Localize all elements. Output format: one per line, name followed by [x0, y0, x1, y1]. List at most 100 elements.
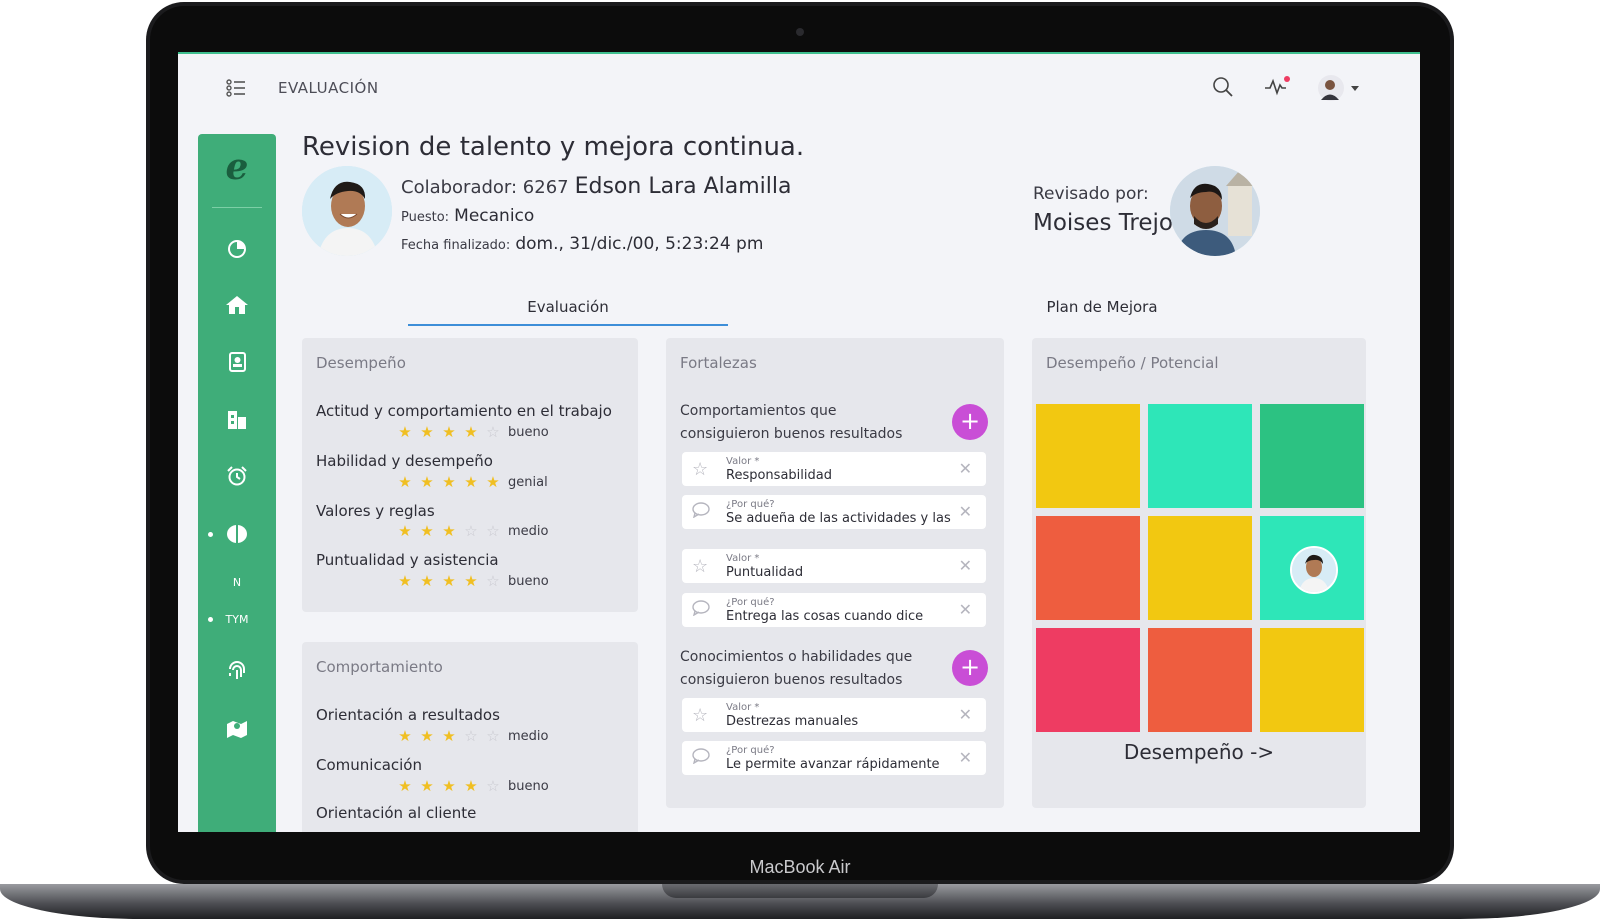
nine-box-cell[interactable] — [1260, 628, 1364, 732]
star-filled-icon[interactable]: ★ — [460, 474, 482, 490]
star-filled-icon[interactable]: ★ — [416, 424, 438, 440]
nine-box-cell[interactable] — [1260, 516, 1364, 620]
reviewer-photo — [1170, 166, 1260, 256]
add-behavior-button[interactable]: + — [952, 404, 988, 440]
home-icon[interactable] — [198, 291, 276, 319]
star-filled-icon[interactable]: ★ — [460, 424, 482, 440]
star-rating[interactable]: ★ ★ ★ ★ ☆ bueno — [394, 573, 548, 589]
close-icon[interactable]: ✕ — [959, 502, 972, 521]
star-filled-icon[interactable]: ★ — [394, 778, 416, 794]
star-filled-icon[interactable]: ★ — [438, 573, 460, 589]
criterion-name: Orientación a resultados — [316, 706, 500, 724]
star-filled-icon[interactable]: ★ — [460, 573, 482, 589]
search-icon[interactable] — [1212, 76, 1234, 102]
star-filled-icon[interactable]: ★ — [416, 474, 438, 490]
star-rating[interactable]: ★ ★ ★ ☆ ☆ medio — [394, 523, 548, 539]
star-rating[interactable]: ★ ★ ★ ★ ★ genial — [394, 474, 547, 490]
device-label: MacBook Air — [749, 857, 851, 877]
app-logo[interactable]: e — [198, 146, 276, 188]
section-skills-label: Conocimientos o habilidades que consigui… — [680, 649, 913, 688]
sidebar-label-tym[interactable]: TYM — [198, 613, 276, 626]
star-filled-icon[interactable]: ★ — [416, 523, 438, 539]
star-filled-icon[interactable]: ★ — [438, 778, 460, 794]
star-filled-icon[interactable]: ★ — [438, 424, 460, 440]
map-icon[interactable] — [198, 714, 276, 742]
star-empty-icon[interactable]: ☆ — [482, 523, 504, 539]
user-avatar[interactable] — [1317, 74, 1363, 106]
nine-box-grid — [1036, 404, 1366, 734]
close-icon[interactable]: ✕ — [959, 556, 972, 575]
contacts-icon[interactable] — [198, 348, 276, 376]
field-value: Destrezas manuales — [726, 714, 859, 729]
star-filled-icon[interactable]: ★ — [394, 523, 416, 539]
star-filled-icon[interactable]: ★ — [416, 573, 438, 589]
criterion-name: Habilidad y desempeño — [316, 452, 493, 470]
collaborator-photo — [302, 166, 392, 256]
position-label: Puesto: — [401, 210, 450, 225]
brain-icon[interactable] — [198, 520, 276, 548]
top-bar: EVALUACIÓN — [178, 54, 1420, 124]
star-outline-icon: ☆ — [692, 556, 709, 577]
star-filled-icon[interactable]: ★ — [482, 474, 504, 490]
strengths-title: Fortalezas — [680, 354, 757, 372]
close-icon[interactable]: ✕ — [959, 600, 972, 619]
star-filled-icon[interactable]: ★ — [394, 728, 416, 744]
rating-label: medio — [508, 523, 549, 539]
star-filled-icon[interactable]: ★ — [394, 573, 416, 589]
nine-box-cell[interactable] — [1036, 628, 1140, 732]
value-field[interactable]: ☆ Valor * Puntualidad ✕ — [682, 549, 986, 583]
tab-evaluacion[interactable]: Evaluación — [408, 298, 728, 316]
star-filled-icon[interactable]: ★ — [438, 474, 460, 490]
star-empty-icon[interactable]: ☆ — [482, 728, 504, 744]
star-filled-icon[interactable]: ★ — [460, 778, 482, 794]
sidebar-label-n[interactable]: N — [198, 576, 276, 589]
strengths-card: Fortalezas Comportamientos que consiguie… — [666, 338, 1004, 808]
nine-box-cell[interactable] — [1148, 628, 1252, 732]
star-empty-icon[interactable]: ☆ — [482, 424, 504, 440]
nine-box-cell[interactable] — [1036, 516, 1140, 620]
close-icon[interactable]: ✕ — [959, 705, 972, 724]
star-outline-icon: ☆ — [692, 705, 709, 726]
nine-box-cell[interactable] — [1148, 404, 1252, 508]
menu-list-icon[interactable] — [226, 78, 246, 102]
reason-field[interactable]: ¿Por qué? Entrega las cosas cuando dice … — [682, 593, 986, 627]
star-empty-icon[interactable]: ☆ — [460, 523, 482, 539]
building-icon[interactable] — [198, 405, 276, 433]
alarm-clock-icon[interactable] — [198, 462, 276, 490]
nine-box-title: Desempeño / Potencial — [1046, 354, 1219, 372]
value-field[interactable]: ☆ Valor * Responsabilidad ✕ — [682, 452, 986, 486]
field-value: Entrega las cosas cuando dice — [726, 609, 924, 624]
star-filled-icon[interactable]: ★ — [416, 728, 438, 744]
fingerprint-icon[interactable] — [198, 656, 276, 684]
star-rating[interactable]: ★ ★ ★ ★ ☆ bueno — [394, 778, 548, 794]
add-skill-button[interactable]: + — [952, 650, 988, 686]
close-icon[interactable]: ✕ — [959, 459, 972, 478]
rating-label: medio — [508, 728, 549, 744]
tab-plan-de-mejora[interactable]: Plan de Mejora — [942, 298, 1262, 316]
date-label: Fecha finalizado: — [401, 238, 511, 253]
star-filled-icon[interactable]: ★ — [394, 424, 416, 440]
value-field[interactable]: ☆ Valor * Destrezas manuales ✕ — [682, 698, 986, 732]
reviewed-by-label: Revisado por: — [1033, 184, 1149, 204]
nine-box-cell[interactable] — [1148, 516, 1252, 620]
comment-icon — [692, 600, 710, 621]
star-filled-icon[interactable]: ★ — [416, 778, 438, 794]
star-rating[interactable]: ★ ★ ★ ★ ☆ bueno — [394, 424, 548, 440]
reason-field[interactable]: ¿Por qué? Le permite avanzar rápidamente… — [682, 741, 986, 775]
star-filled-icon[interactable]: ★ — [394, 474, 416, 490]
activity-icon[interactable] — [1264, 76, 1290, 102]
star-empty-icon[interactable]: ☆ — [482, 778, 504, 794]
close-icon[interactable]: ✕ — [959, 748, 972, 767]
reason-field[interactable]: ¿Por qué? Se adueña de las actividades y… — [682, 495, 986, 529]
chart-pie-icon[interactable] — [198, 234, 276, 262]
nine-box-cell[interactable] — [1260, 404, 1364, 508]
nine-box-cell[interactable] — [1036, 404, 1140, 508]
collaborator-marker-avatar[interactable] — [1290, 546, 1338, 594]
field-value: Le permite avanzar rápidamente — [726, 757, 940, 772]
star-empty-icon[interactable]: ☆ — [460, 728, 482, 744]
star-empty-icon[interactable]: ☆ — [482, 573, 504, 589]
star-filled-icon[interactable]: ★ — [438, 523, 460, 539]
star-rating[interactable]: ★ ★ ★ ☆ ☆ medio — [394, 728, 548, 744]
star-filled-icon[interactable]: ★ — [438, 728, 460, 744]
criterion-name: Valores y reglas — [316, 502, 435, 520]
